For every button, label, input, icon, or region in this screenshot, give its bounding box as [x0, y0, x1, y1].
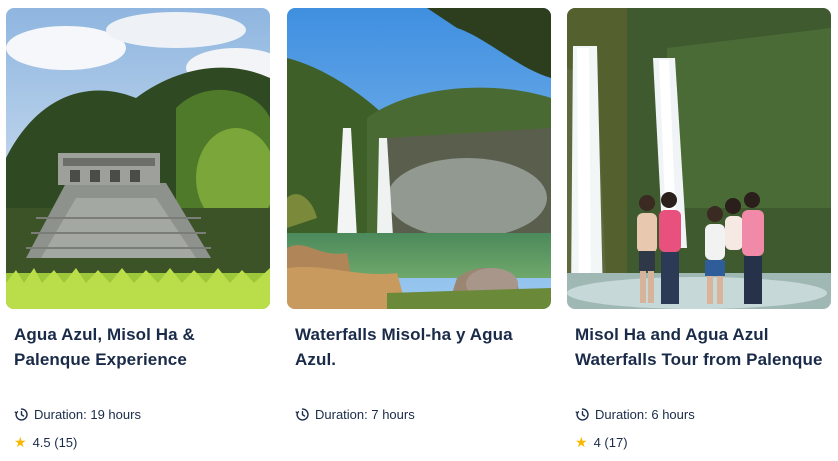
duration-text: Duration: 6 hours [595, 406, 695, 422]
clock-icon [295, 407, 310, 422]
activity-card[interactable]: Agua Azul, Misol Ha & Palenque Experienc… [3, 0, 271, 461]
star-icon: ★ [14, 434, 27, 450]
clock-icon [14, 407, 29, 422]
duration-text: Duration: 19 hours [34, 406, 141, 422]
rating-text: 4.5 (15) [32, 434, 78, 450]
rating-text: 4 (17) [593, 434, 628, 450]
activity-card[interactable]: Waterfalls Misol-ha y Agua Azul. Duratio… [284, 0, 552, 461]
rating: ★ 4 (17) [575, 433, 628, 451]
clock-icon [575, 407, 590, 422]
duration-info: Duration: 19 hours [14, 405, 141, 423]
duration-text: Duration: 7 hours [315, 406, 415, 422]
activity-card[interactable]: Misol Ha and Agua Azul Waterfalls Tour f… [564, 0, 832, 461]
waterfall-group-photo[interactable] [567, 8, 831, 309]
card-title[interactable]: Waterfalls Misol-ha y Agua Azul. [295, 322, 550, 372]
card-title[interactable]: Agua Azul, Misol Ha & Palenque Experienc… [14, 322, 269, 372]
card-title[interactable]: Misol Ha and Agua Azul Waterfalls Tour f… [575, 322, 830, 372]
rating: ★ 4.5 (15) [14, 433, 77, 451]
star-icon: ★ [575, 434, 588, 450]
duration-info: Duration: 6 hours [575, 405, 695, 423]
duration-info: Duration: 7 hours [295, 405, 415, 423]
palenque-temple-photo[interactable] [6, 8, 270, 309]
misol-ha-waterfall-photo[interactable] [287, 8, 551, 309]
